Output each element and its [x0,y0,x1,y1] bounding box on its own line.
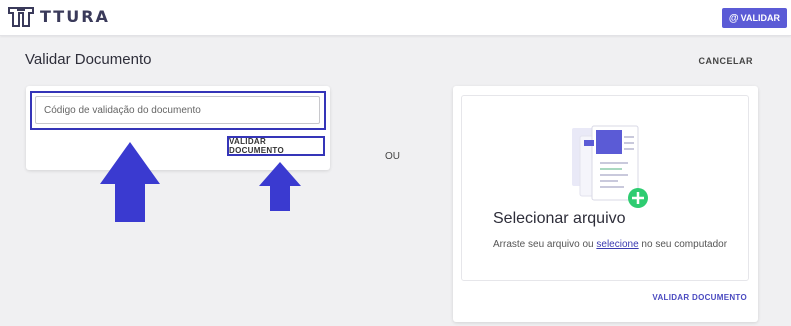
validate-file-button[interactable]: VALIDAR DOCUMENTO [652,293,747,302]
top-bar: TTURA @ VALIDAR [0,0,791,36]
arrow-up-icon [259,162,301,211]
at-icon: @ [728,12,739,24]
select-file-link[interactable]: selecione [596,239,638,250]
code-input-highlight [30,91,326,130]
file-upload-card: Selecionar arquivo Arraste seu arquivo o… [453,86,758,322]
select-file-title: Selecionar arquivo [493,210,626,227]
ttura-logo-icon [8,7,34,27]
select-file-subtitle: Arraste seu arquivo ou selecione no seu … [493,239,727,250]
document-upload-icon [572,125,648,208]
header-validar-label: VALIDAR [740,13,780,23]
validate-document-button[interactable]: VALIDAR DOCUMENTO [227,136,325,156]
logo-text: TTURA [40,7,110,26]
file-drop-zone[interactable]: Selecionar arquivo Arraste seu arquivo o… [461,95,749,281]
cancel-button[interactable]: CANCELAR [699,56,754,66]
arrow-up-icon [100,142,160,222]
code-validation-card: VALIDAR DOCUMENTO [26,86,330,170]
logo[interactable]: TTURA [8,6,110,28]
validation-code-input[interactable] [35,96,320,124]
header-validar-button[interactable]: @ VALIDAR [721,8,787,28]
page-title: Validar Documento [25,51,152,68]
select-file-text-prefix: Arraste seu arquivo ou [493,239,597,250]
select-file-text-suffix: no seu computador [638,239,728,250]
or-separator: OU [385,151,400,162]
